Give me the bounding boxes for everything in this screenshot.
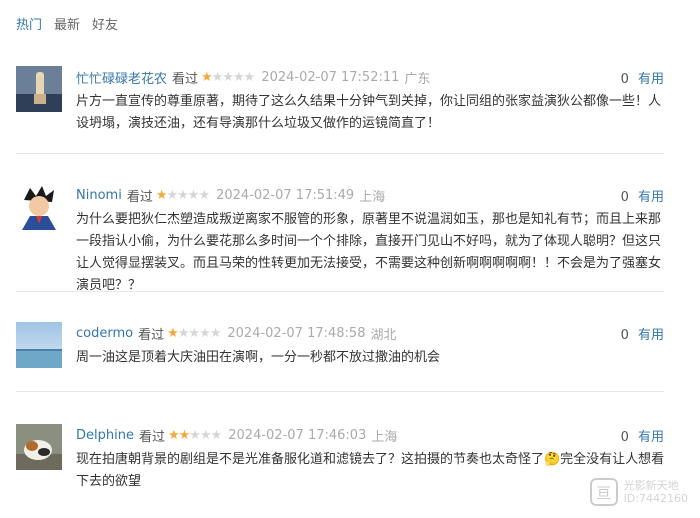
tab-latest[interactable]: 最新	[54, 14, 80, 33]
star-filled-icon: ★	[167, 326, 179, 341]
avatar[interactable]	[16, 322, 62, 368]
comment-meta: codermo 看过 ★★★★★ 2024-02-07 17:48:58 湖北	[76, 324, 396, 343]
rating-stars: ★★★★★	[167, 326, 222, 341]
comment-meta: Delphine 看过 ★★★★★ 2024-02-07 17:46:03 上海	[76, 426, 397, 445]
star-empty-icon: ★	[243, 70, 256, 85]
star-empty-icon: ★	[210, 428, 223, 443]
useful-button[interactable]: 有用	[638, 72, 664, 87]
watch-status: 看过	[138, 328, 165, 343]
star-filled-icon: ★	[167, 428, 180, 443]
avatar[interactable]	[16, 184, 62, 230]
star-empty-icon: ★	[199, 428, 212, 443]
star-empty-icon: ★	[222, 70, 234, 85]
comment-time: 2024-02-07 17:51:49	[216, 188, 355, 203]
vote-area: 0 有用	[621, 68, 664, 87]
vote-area: 0 有用	[621, 324, 664, 343]
watch-status: 看过	[172, 72, 199, 87]
star-empty-icon: ★	[189, 428, 201, 443]
comment-item: 忙忙碌碌老花农 看过 ★★★★★ 2024-02-07 17:52:11 广东 …	[16, 66, 664, 146]
tab-friends[interactable]: 好友	[92, 14, 118, 33]
divider	[16, 391, 664, 392]
comment-location: 上海	[359, 190, 386, 205]
comment-text: 现在拍唐朝背景的剧组是不是光准备服化道和滤镜去了？这拍摄的节奏也太奇怪了🤔完全没…	[76, 452, 665, 489]
useful-button[interactable]: 有用	[638, 190, 664, 205]
vote-count: 0	[620, 328, 629, 343]
vote-area: 0 有用	[621, 186, 664, 205]
comment-time: 2024-02-07 17:48:58	[227, 326, 366, 341]
star-empty-icon: ★	[233, 70, 245, 85]
star-empty-icon: ★	[187, 188, 200, 203]
username-link[interactable]: codermo	[76, 326, 133, 341]
star-empty-icon: ★	[188, 326, 200, 341]
star-empty-icon: ★	[166, 188, 178, 203]
comment-location: 上海	[371, 430, 398, 445]
tab-hot[interactable]: 热门	[16, 14, 42, 33]
comment-time: 2024-02-07 17:46:03	[228, 428, 367, 443]
comment-meta: 忙忙碌碌老花农 看过 ★★★★★ 2024-02-07 17:52:11 广东	[76, 68, 430, 87]
star-empty-icon: ★	[198, 188, 210, 203]
comment-time: 2024-02-07 17:52:11	[261, 70, 400, 85]
watch-status: 看过	[126, 190, 153, 205]
username-link[interactable]: Delphine	[76, 428, 134, 443]
star-filled-icon: ★	[178, 428, 191, 443]
watch-status: 看过	[138, 430, 165, 445]
star-empty-icon: ★	[211, 70, 224, 85]
comment-item: Delphine 看过 ★★★★★ 2024-02-07 17:46:03 上海…	[16, 424, 664, 494]
star-empty-icon: ★	[209, 326, 222, 341]
comment-tabs: 热门 最新 好友	[16, 14, 118, 33]
useful-button[interactable]: 有用	[638, 328, 664, 343]
vote-area: 0 有用	[621, 426, 664, 445]
rating-stars: ★★★★★	[167, 428, 223, 443]
comment-location: 广东	[404, 72, 431, 87]
comment-text: 片方一直宣传的尊重原著，期待了这么久结果十分钟气到关掉，你让同组的张家益演狄公都…	[76, 94, 662, 131]
comment-item: codermo 看过 ★★★★★ 2024-02-07 17:48:58 湖北 …	[16, 322, 664, 372]
star-filled-icon: ★	[201, 70, 213, 85]
comment-meta: Ninomi 看过 ★★★★★ 2024-02-07 17:51:49 上海	[76, 186, 385, 205]
vote-count: 0	[620, 190, 629, 205]
watermark-logo-icon: 亘	[589, 478, 618, 506]
comment-item: Ninomi 看过 ★★★★★ 2024-02-07 17:51:49 上海 0…	[16, 184, 664, 293]
star-filled-icon: ★	[155, 188, 168, 203]
comment-text: 周一油这是顶着大庆油田在演啊，一分一秒都不放过撒油的机会	[76, 350, 441, 365]
avatar[interactable]	[16, 66, 62, 112]
useful-button[interactable]: 有用	[638, 430, 664, 445]
vote-count: 0	[620, 430, 629, 445]
vote-count: 0	[620, 72, 629, 87]
comment-text: 为什么要把狄仁杰塑造成叛逆离家不服管的形象，原著里不说温润如玉，那也是知礼有节；…	[76, 212, 662, 293]
username-link[interactable]: Ninomi	[76, 188, 122, 203]
comment-location: 湖北	[370, 328, 397, 343]
watermark-text: 光影新天地 ID:7442160	[623, 479, 688, 505]
username-link[interactable]: 忙忙碌碌老花农	[76, 68, 167, 87]
watermark: 亘 光影新天地 ID:7442160	[589, 478, 688, 506]
star-empty-icon: ★	[199, 326, 211, 341]
star-empty-icon: ★	[177, 326, 190, 341]
avatar[interactable]	[16, 424, 62, 470]
star-empty-icon: ★	[177, 188, 189, 203]
rating-stars: ★★★★★	[201, 70, 256, 85]
rating-stars: ★★★★★	[155, 188, 210, 203]
divider	[16, 291, 664, 292]
divider	[16, 153, 664, 154]
